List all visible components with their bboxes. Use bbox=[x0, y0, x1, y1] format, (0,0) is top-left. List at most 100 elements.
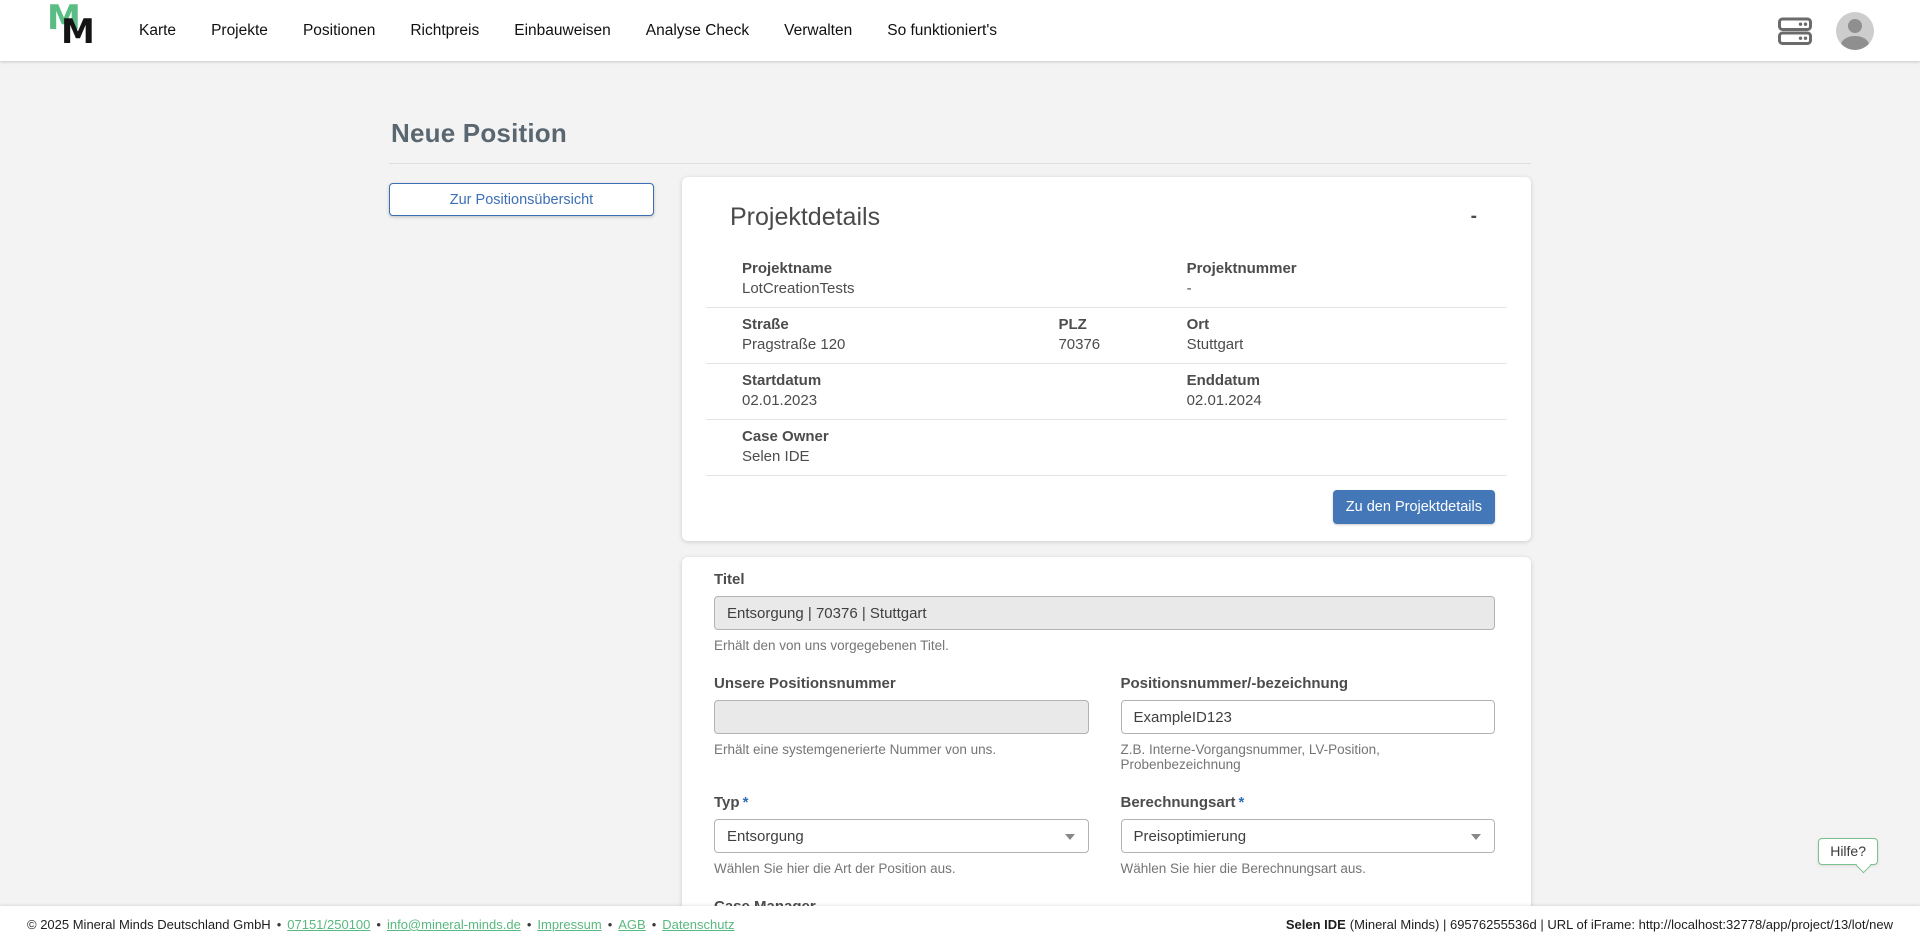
field-label: Ort bbox=[1187, 316, 1507, 333]
collapse-card-button[interactable]: - bbox=[1465, 203, 1483, 230]
page-title: Neue Position bbox=[391, 118, 1531, 149]
menu-item-einbauweisen[interactable]: Einbauweisen bbox=[514, 22, 611, 40]
field-label: Projektnummer bbox=[1187, 260, 1507, 277]
separator-dot: • bbox=[277, 917, 282, 932]
help-button-label: Hilfe? bbox=[1830, 843, 1866, 859]
footer-link-impressum[interactable]: Impressum bbox=[537, 917, 601, 932]
menu-item-positionen[interactable]: Positionen bbox=[303, 22, 375, 40]
main-menu: Karte Projekte Positionen Richtpreis Ein… bbox=[139, 22, 997, 40]
cell-case-owner: Case Owner Selen IDE bbox=[706, 428, 1058, 465]
position-form-card: Titel Erhält den von uns vorgegebenen Ti… bbox=[682, 557, 1531, 906]
server-icon[interactable] bbox=[1778, 17, 1812, 45]
field-value: Selen IDE bbox=[742, 448, 1058, 465]
field-label: PLZ bbox=[1058, 316, 1186, 333]
field-value: 70376 bbox=[1058, 336, 1186, 353]
table-row: Case Owner Selen IDE bbox=[706, 420, 1507, 476]
cell-strasse: Straße Pragstraße 120 bbox=[706, 316, 1058, 353]
footer-left: © 2025 Mineral Minds Deutschland GmbH • … bbox=[27, 917, 735, 932]
table-row: Projektname LotCreationTests Projektnumm… bbox=[706, 252, 1507, 308]
chevron-down-icon bbox=[1471, 834, 1481, 840]
go-to-project-details-button[interactable]: Zu den Projektdetails bbox=[1333, 490, 1495, 524]
back-to-positions-button[interactable]: Zur Positionsübersicht bbox=[389, 183, 654, 216]
footer-session-info: (Mineral Minds) | 69576255536d | URL of … bbox=[1350, 917, 1893, 932]
avatar-head-icon bbox=[1848, 19, 1862, 33]
footer-link-agb[interactable]: AGB bbox=[618, 917, 645, 932]
cell-ort: Ort Stuttgart bbox=[1187, 316, 1507, 353]
field-label: Projektname bbox=[742, 260, 1058, 277]
copyright-text: © 2025 Mineral Minds Deutschland GmbH bbox=[27, 917, 271, 932]
typ-label: Typ* bbox=[714, 794, 1089, 811]
field-label: Startdatum bbox=[742, 372, 1058, 389]
brand-logo[interactable]: M M bbox=[44, 4, 102, 58]
main-content: Neue Position Zur Positionsübersicht Pro… bbox=[0, 61, 1920, 906]
positionsnummer-helper: Z.B. Interne-Vorgangsnummer, LV-Position… bbox=[1121, 742, 1496, 772]
berechnungsart-label-text: Berechnungsart bbox=[1121, 794, 1236, 811]
unsere-positionsnummer-label: Unsere Positionsnummer bbox=[714, 675, 1089, 692]
case-manager-label: Case Manager bbox=[714, 898, 1089, 906]
footer-link-datenschutz[interactable]: Datenschutz bbox=[662, 917, 734, 932]
separator-dot: • bbox=[608, 917, 613, 932]
cell-plz: PLZ 70376 bbox=[1058, 316, 1186, 353]
separator-dot: • bbox=[652, 917, 657, 932]
top-navbar: M M Karte Projekte Positionen Richtpreis… bbox=[0, 0, 1920, 61]
field-value: 02.01.2023 bbox=[742, 392, 1058, 409]
separator-dot: • bbox=[376, 917, 381, 932]
titel-field: Titel Erhält den von uns vorgegebenen Ti… bbox=[714, 571, 1495, 653]
positionsnummer-field: Positionsnummer/-bezeichnung Z.B. Intern… bbox=[1121, 675, 1496, 772]
unsere-positionsnummer-helper: Erhält eine systemgenerierte Nummer von … bbox=[714, 742, 1089, 757]
typ-select[interactable]: Entsorgung bbox=[714, 819, 1089, 853]
berechnungsart-selected-value: Preisoptimierung bbox=[1134, 828, 1247, 845]
berechnungsart-label: Berechnungsart* bbox=[1121, 794, 1496, 811]
cell-enddatum: Enddatum 02.01.2024 bbox=[1187, 372, 1507, 409]
field-label: Case Owner bbox=[742, 428, 1058, 445]
typ-helper: Wählen Sie hier die Art der Position aus… bbox=[714, 861, 1089, 876]
field-value: Stuttgart bbox=[1187, 336, 1507, 353]
separator-dot: • bbox=[527, 917, 532, 932]
berechnungsart-select[interactable]: Preisoptimierung bbox=[1121, 819, 1496, 853]
cell-projektnummer: Projektnummer - bbox=[1187, 260, 1507, 297]
footer-user-name: Selen IDE bbox=[1286, 917, 1346, 932]
user-avatar[interactable] bbox=[1836, 12, 1874, 50]
menu-item-richtpreis[interactable]: Richtpreis bbox=[410, 22, 479, 40]
berechnungsart-helper: Wählen Sie hier die Berechnungsart aus. bbox=[1121, 861, 1496, 876]
project-details-table: Projektname LotCreationTests Projektnumm… bbox=[706, 252, 1507, 476]
help-button[interactable]: Hilfe? bbox=[1818, 838, 1878, 865]
typ-selected-value: Entsorgung bbox=[727, 828, 804, 845]
table-row: Startdatum 02.01.2023 Enddatum 02.01.202… bbox=[706, 364, 1507, 420]
required-asterisk: * bbox=[1239, 794, 1245, 811]
field-value: 02.01.2024 bbox=[1187, 392, 1507, 409]
footer-link-phone[interactable]: 07151/250100 bbox=[287, 917, 370, 932]
table-row: Straße Pragstraße 120 PLZ 70376 Ort Stut… bbox=[706, 308, 1507, 364]
cell-startdatum: Startdatum 02.01.2023 bbox=[706, 372, 1058, 409]
field-value: Pragstraße 120 bbox=[742, 336, 1058, 353]
positionsnummer-input[interactable] bbox=[1121, 700, 1496, 734]
titel-helper: Erhält den von uns vorgegebenen Titel. bbox=[714, 638, 1495, 653]
cell-projektname: Projektname LotCreationTests bbox=[706, 260, 1058, 297]
titel-label: Titel bbox=[714, 571, 1495, 588]
typ-label-text: Typ bbox=[714, 794, 740, 811]
navbar-right bbox=[1778, 12, 1874, 50]
menu-item-analyse-check[interactable]: Analyse Check bbox=[646, 22, 749, 40]
menu-item-so-funktionierts[interactable]: So funktioniert's bbox=[887, 22, 997, 40]
field-value: LotCreationTests bbox=[742, 280, 1058, 297]
right-column: Projektdetails - Projektname LotCreation… bbox=[682, 177, 1531, 906]
footer-link-email[interactable]: info@mineral-minds.de bbox=[387, 917, 521, 932]
footer-right: Selen IDE (Mineral Minds) | 69576255536d… bbox=[1286, 917, 1893, 932]
footer: © 2025 Mineral Minds Deutschland GmbH • … bbox=[0, 906, 1920, 943]
field-label: Straße bbox=[742, 316, 1058, 333]
menu-item-projekte[interactable]: Projekte bbox=[211, 22, 268, 40]
menu-item-karte[interactable]: Karte bbox=[139, 22, 176, 40]
left-column: Zur Positionsübersicht bbox=[389, 177, 654, 216]
title-divider bbox=[389, 163, 1531, 164]
titel-input bbox=[714, 596, 1495, 630]
typ-field: Typ* Entsorgung Wählen Sie hier die Art … bbox=[714, 794, 1089, 876]
unsere-positionsnummer-field: Unsere Positionsnummer Erhält eine syste… bbox=[714, 675, 1089, 772]
logo-m-black-icon: M bbox=[61, 12, 93, 52]
field-value: - bbox=[1187, 280, 1507, 297]
project-details-card: Projektdetails - Projektname LotCreation… bbox=[682, 177, 1531, 541]
menu-item-verwalten[interactable]: Verwalten bbox=[784, 22, 852, 40]
field-label: Enddatum bbox=[1187, 372, 1507, 389]
avatar-body-icon bbox=[1841, 36, 1869, 50]
unsere-positionsnummer-input bbox=[714, 700, 1089, 734]
chevron-down-icon bbox=[1065, 834, 1075, 840]
